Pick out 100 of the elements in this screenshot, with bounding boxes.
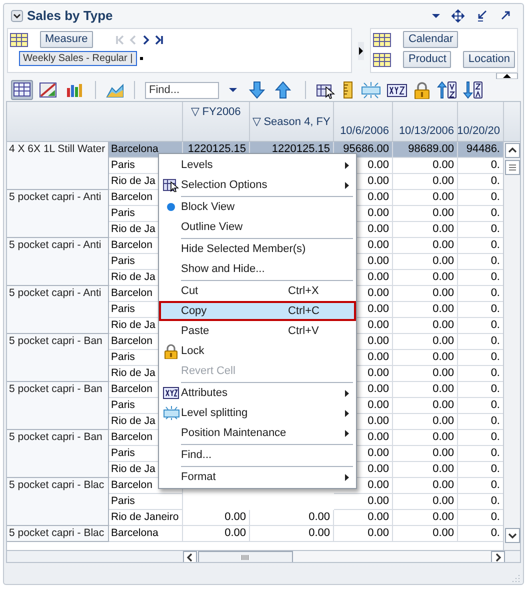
row-header[interactable]: 5 pocket capri - Ban [7,382,109,430]
table-cell: 0. [458,254,504,270]
table-cell: 0.00 [393,350,458,366]
table-cell: 0. [458,206,504,222]
dimension-button[interactable]: Calendar [403,31,458,48]
table-cell: 0.00 [393,286,458,302]
row-header[interactable]: 5 pocket capri - Anti [7,190,109,238]
measure-button[interactable]: Measure [40,31,93,48]
scroll-down-icon[interactable] [504,528,520,543]
scroll-right-icon[interactable] [491,551,505,562]
table-cell: 0. [458,318,504,334]
table-cell: 0.00 [393,254,458,270]
table-cell: 0.00 [393,206,458,222]
table-cell: 0. [458,270,504,286]
table-cell: 0.00 [393,158,458,174]
table-cell: 0.00 [393,526,458,542]
grid-icon [10,32,28,46]
table-cell: 0.00 [393,238,458,254]
shortcut-label: Ctrl+V [288,324,320,339]
sort-descending-icon[interactable] [462,81,484,99]
last-page-icon[interactable] [154,34,164,46]
table-cell: 0.00 [393,366,458,382]
collapse-up-icon[interactable] [496,73,518,79]
view-toggle[interactable] [11,80,33,100]
table-cell: 0. [458,334,504,350]
table-cell: 0.00 [250,526,334,542]
shortcut-label: Ctrl+C [288,304,320,319]
xyz-tag-icon [163,387,179,399]
table-cell: 0.00 [393,318,458,334]
table-cell: 0. [458,430,504,446]
table-cell: 0.00 [393,398,458,414]
table-cell: 0. [458,510,504,526]
table-cell: 0.00 [393,302,458,318]
table-cell: 94486. [458,142,504,158]
row-header: Rio de Janeiro [109,510,183,526]
table-cell: 0. [458,238,504,254]
row-header: Barcelona [109,526,183,542]
table-cell: 0. [458,158,504,174]
table-cell: 0. [458,222,504,238]
dimension-button[interactable]: Location [463,51,515,68]
row-header[interactable]: 5 pocket capri - Anti [7,238,109,286]
row-header[interactable]: 5 pocket capri - Blac [7,526,109,542]
vertical-scrollbar[interactable] [503,142,520,550]
table-cell: 0. [458,462,504,478]
table-cell: 0. [458,494,504,510]
table-cell: 0. [458,478,504,494]
column-header[interactable]: 10/20/20 [458,102,504,141]
table-cell: 0. [458,190,504,206]
table-cell: 0.00 [393,382,458,398]
dimension-button[interactable]: Product [403,51,452,68]
table-cell: 0.00 [250,510,334,526]
table-cell: 0.00 [334,494,393,510]
row-header[interactable]: 5 pocket capri - Anti [7,286,109,334]
table-cell: 0.00 [334,526,393,542]
area-chart-icon[interactable] [106,81,124,99]
table-cell: 0.00 [393,222,458,238]
next-page-icon[interactable] [140,34,151,46]
table-cell: 98689.00 [393,142,458,158]
column-header[interactable]: 10/13/2006 [393,102,458,141]
column-header[interactable]: 10/6/2006 [334,102,393,141]
scroll-up-icon[interactable] [504,143,520,158]
row-header[interactable]: 5 pocket capri - Blac [7,478,109,526]
grid-pointer-icon [163,178,179,192]
menu-item[interactable]: Copy Ctrl+C [159,301,356,321]
measure-chip[interactable]: Weekly Sales - Regular | [19,51,137,66]
panel-title: Sales by Type [27,7,114,26]
table-cell: 0.00 [393,414,458,430]
table-cell: 0. [458,286,504,302]
table-cell: 0. [458,350,504,366]
table-cell: 0.00 [183,526,250,542]
scroll-left-icon[interactable] [183,551,197,562]
grid-icon [373,32,392,46]
column-header[interactable]: ▽ FY2006 [183,102,250,141]
row-header[interactable]: 5 pocket capri - Ban [7,334,109,382]
row-header[interactable]: 4 X 6X 1L Still Water [7,142,109,190]
xyz-tag-icon[interactable] [386,81,408,99]
drop-marker-icon [140,57,143,60]
table-cell: 0.00 [393,334,458,350]
table-cell: 0.00 [393,462,458,478]
find-field[interactable]: Find... [145,82,219,98]
scroll-thumb-icon[interactable] [198,551,293,562]
view-toggle[interactable] [37,80,59,100]
table-cell: 0.00 [393,270,458,286]
table-cell: 0.00 [393,174,458,190]
table-cell: 0. [458,446,504,462]
collapse-icon[interactable] [11,10,23,22]
row-header[interactable]: 5 pocket capri - Ban [7,430,109,478]
resize-grip-icon[interactable] [512,574,520,582]
sort-ascending-icon[interactable] [436,81,458,99]
horizontal-scrollbar[interactable] [183,551,505,562]
lock-icon[interactable] [412,81,432,99]
table-cell: 0.00 [393,190,458,206]
table-cell: 0. [458,366,504,382]
table-cell: 0. [458,302,504,318]
table-cell: 0. [458,526,504,542]
table-cell: 0.00 [393,510,458,526]
table-cell: 0.00 [393,430,458,446]
column-header[interactable]: ▽ Season 4, FY [250,102,334,141]
table-cell: 0. [458,174,504,190]
scroll-thumb-icon[interactable] [504,160,520,175]
